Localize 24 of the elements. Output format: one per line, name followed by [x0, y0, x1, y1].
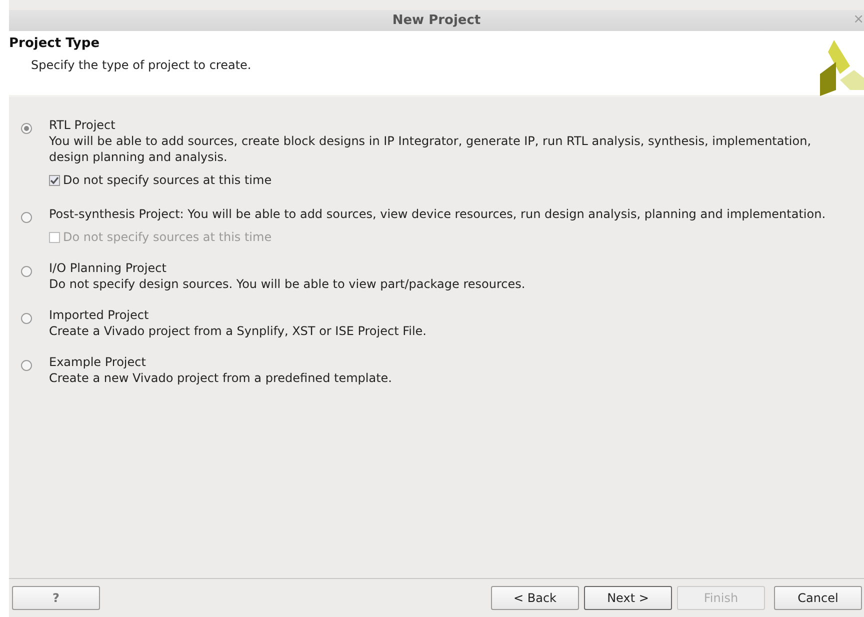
option-label[interactable]: Example Project: [49, 354, 392, 370]
option-label[interactable]: RTL Project: [49, 117, 854, 133]
option-description: Create a Vivado project from a Synplify, XST or ISE Project File.: [49, 323, 426, 339]
radio-button[interactable]: [21, 266, 32, 277]
dialog-button[interactable]: Cancel: [774, 586, 862, 610]
radio-button[interactable]: [21, 360, 32, 371]
option-label[interactable]: Imported Project: [49, 307, 426, 323]
help-button[interactable]: ?: [12, 586, 100, 610]
page-title: Project Type: [9, 36, 101, 51]
checkbox-label[interactable]: Do not specify sources at this time: [63, 172, 272, 188]
radio-button[interactable]: [21, 123, 32, 134]
option-description: Do not specify design sources. You will be able to view part/package resources.: [49, 276, 526, 292]
radio-button[interactable]: [21, 313, 32, 324]
option-label[interactable]: Post-synthesis Project: You will be able to add sources, view device resources, run design analysis, planning and implementation.: [49, 206, 826, 222]
option-label[interactable]: I/O Planning Project: [49, 260, 526, 276]
dialog-button[interactable]: Next >: [584, 586, 672, 610]
page-subtitle: Specify the type of project to create.: [31, 58, 252, 72]
option-description: You will be able to add sources, create block designs in IP Integrator, generate IP, run RTL analysis, synthesis, implementation, design planning and analysis.: [49, 133, 812, 165]
logo-icon: [820, 40, 864, 96]
option-description: Create a new Vivado project from a predefined template.: [49, 370, 392, 386]
window-title: New Project: [392, 13, 481, 28]
radio-button[interactable]: [21, 212, 32, 223]
checkbox[interactable]: [49, 174, 60, 186]
dialog-button[interactable]: < Back: [491, 586, 579, 610]
